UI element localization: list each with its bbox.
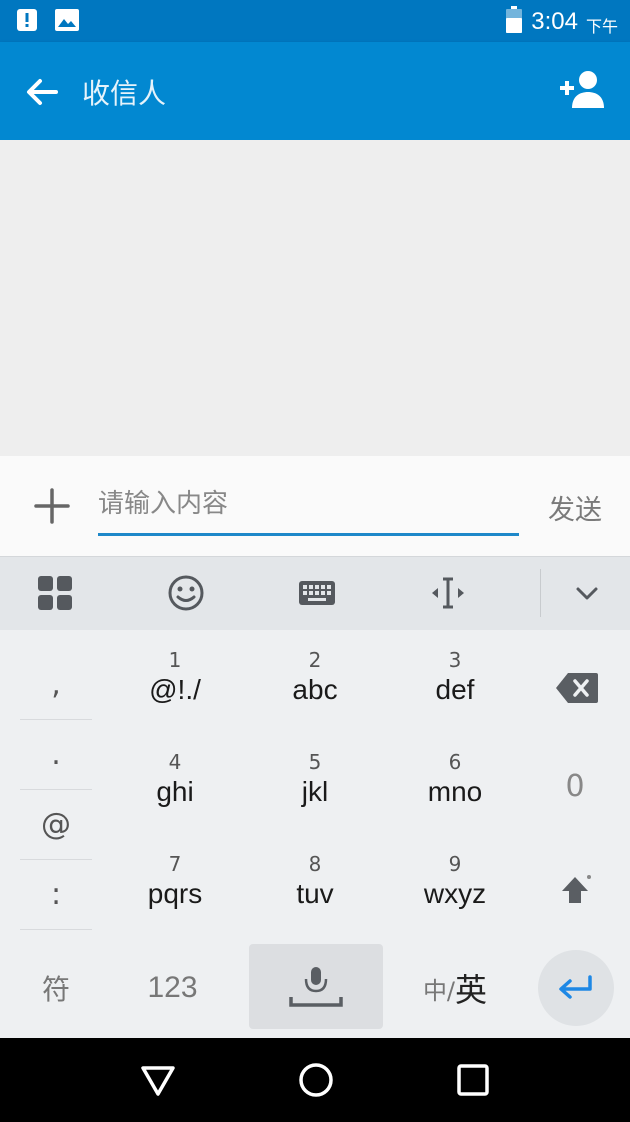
status-time: 3:04 xyxy=(531,8,578,35)
shift-key[interactable] xyxy=(530,850,620,930)
symbol-key-colon[interactable]: : xyxy=(20,860,92,930)
key-number: 3 xyxy=(448,648,462,672)
recents-square-icon[interactable] xyxy=(453,1060,493,1100)
key-letters: def xyxy=(435,674,475,705)
key-8[interactable]: 8 tuv xyxy=(250,852,380,942)
message-input[interactable] xyxy=(98,476,519,532)
key-2[interactable]: 2 abc xyxy=(250,648,380,738)
compose-bar: 发送 xyxy=(0,456,630,556)
send-button[interactable]: 发送 xyxy=(548,488,602,527)
key-7[interactable]: 7 pqrs xyxy=(110,852,240,942)
shift-arrow-icon xyxy=(562,875,591,903)
home-circle-icon[interactable] xyxy=(296,1060,336,1100)
battery-icon xyxy=(505,6,523,38)
key-letters: ghi xyxy=(156,776,194,807)
key-number: 7 xyxy=(168,852,182,876)
lang-en-label: 英 xyxy=(455,971,488,1009)
key-6[interactable]: 6 mno xyxy=(390,750,520,840)
back-arrow-icon[interactable] xyxy=(22,72,62,112)
key-4[interactable]: 4 ghi xyxy=(110,750,240,840)
key-letters: mno xyxy=(427,776,483,807)
back-triangle-icon[interactable] xyxy=(138,1060,178,1100)
enter-arrow-icon xyxy=(559,975,592,999)
symbol-key-comma[interactable]: , xyxy=(20,650,92,720)
language-switch-key[interactable]: 中/ 英 xyxy=(400,946,510,1030)
toolbar-divider xyxy=(540,569,541,617)
keyboard-icon[interactable] xyxy=(297,573,337,613)
key-3[interactable]: 3 def xyxy=(390,648,520,738)
key-number: 8 xyxy=(308,852,322,876)
numeric-mode-key[interactable]: 123 xyxy=(110,946,235,1030)
apps-grid-icon[interactable] xyxy=(35,573,75,613)
voice-input-key[interactable] xyxy=(249,944,383,1029)
system-nav-bar xyxy=(0,1038,630,1122)
lang-zh-label: 中/ xyxy=(422,976,456,1005)
symbol-key-period[interactable]: . xyxy=(20,720,92,790)
key-0[interactable]: 0 xyxy=(530,746,620,826)
key-number: 1 xyxy=(168,648,182,672)
key-number: 6 xyxy=(448,750,462,774)
symbol-key-at[interactable]: @ xyxy=(20,790,92,860)
key-letters: wxyz xyxy=(423,878,487,909)
enter-key[interactable] xyxy=(538,950,614,1026)
key-letters: pqrs xyxy=(147,878,203,909)
microphone-icon xyxy=(289,966,343,1007)
t9-keyboard: , . @ : 1 @!./ 2 abc 3 def 4 ghi 5 jkl 6… xyxy=(0,630,630,1038)
alert-icon xyxy=(16,8,38,36)
key-9[interactable]: 9 wxyz xyxy=(390,852,520,942)
message-input-wrap xyxy=(98,476,519,536)
attach-plus-icon[interactable] xyxy=(30,484,74,528)
key-number: 2 xyxy=(308,648,322,672)
status-bar: 3:04 下午 xyxy=(0,0,630,42)
key-letters: tuv xyxy=(296,878,334,909)
cursor-move-icon[interactable] xyxy=(428,573,468,613)
keyboard-toolbar xyxy=(0,556,630,630)
image-icon xyxy=(54,8,80,36)
symbol-column: , . @ : xyxy=(20,650,92,930)
app-bar: 收信人 xyxy=(0,42,630,140)
backspace-icon xyxy=(556,673,598,703)
key-letters: @!./ xyxy=(149,674,201,705)
page-title: 收信人 xyxy=(82,77,167,110)
key-number: 4 xyxy=(168,750,182,774)
key-number: 5 xyxy=(308,750,322,774)
key-5[interactable]: 5 jkl xyxy=(250,750,380,840)
collapse-chevron-icon[interactable] xyxy=(567,573,607,613)
key-number: 9 xyxy=(448,852,462,876)
emoji-icon[interactable] xyxy=(166,573,206,613)
add-contact-icon[interactable] xyxy=(558,68,608,112)
status-ampm: 下午 xyxy=(585,17,618,36)
symbols-key[interactable]: 符 xyxy=(20,946,92,1030)
key-1[interactable]: 1 @!./ xyxy=(110,648,240,738)
backspace-key[interactable] xyxy=(532,648,622,728)
conversation-area xyxy=(0,140,630,456)
key-letters: jkl xyxy=(301,776,329,807)
key-letters: abc xyxy=(292,674,338,705)
